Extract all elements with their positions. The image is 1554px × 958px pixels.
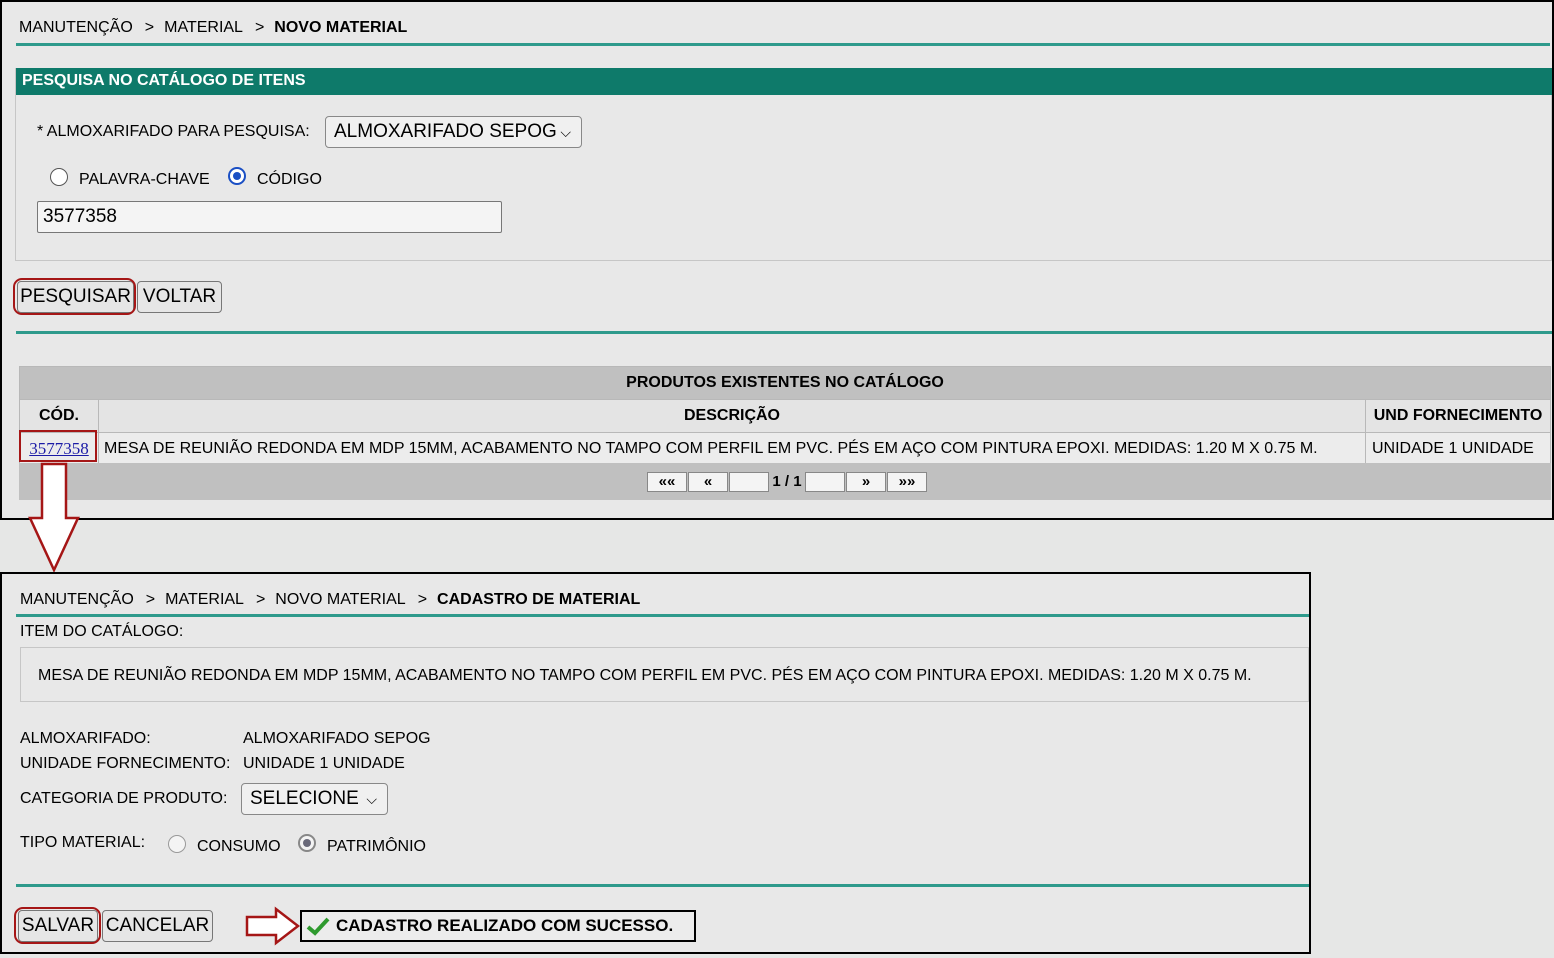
- search-button-highlight: [13, 278, 136, 315]
- page-indicator: 1 / 1: [772, 473, 802, 490]
- breadcrumb-item[interactable]: MATERIAL: [164, 19, 243, 36]
- category-value: SELECIONE: [250, 788, 359, 809]
- table-row: 3577358 MESA DE REUNIÃO REDONDA EM MDP 1…: [19, 432, 1551, 466]
- right-arrow-icon: [245, 906, 301, 946]
- almoxarifado-value: ALMOXARIFADO SEPOG: [334, 121, 557, 142]
- page-input[interactable]: [805, 472, 845, 492]
- radio-keyword[interactable]: [50, 168, 68, 186]
- breadcrumb: MANUTENÇÃO > MATERIAL > NOVO MATERIAL > CADAST…: [20, 591, 641, 608]
- code-highlight: [19, 430, 97, 462]
- search-input[interactable]: 3577358: [37, 201, 502, 233]
- item-description-box: MESA DE REUNIÃO REDONDA EM MDP 15MM, ACA…: [20, 647, 1309, 702]
- radio-patrimonio[interactable]: [298, 834, 316, 852]
- item-unit: UNIDADE 1 UNIDADE: [1365, 432, 1551, 466]
- col-header-description: DESCRIÇÃO: [98, 399, 1366, 433]
- down-arrow-icon: [28, 462, 80, 573]
- success-message: CADASTRO REALIZADO COM SUCESSO.: [300, 910, 696, 942]
- category-label: CATEGORIA DE PRODUTO:: [20, 790, 228, 807]
- breadcrumb-current: NOVO MATERIAL: [274, 19, 408, 36]
- almoxarifado-label: * ALMOXARIFADO PARA PESQUISA:: [37, 123, 310, 140]
- col-header-unit: UND FORNECIMENTO: [1365, 399, 1551, 433]
- save-button-highlight: [14, 907, 101, 944]
- unit-value: UNIDADE 1 UNIDADE: [243, 755, 405, 772]
- unit-label: UNIDADE FORNECIMENTO:: [20, 755, 231, 772]
- item-label: ITEM DO CATÁLOGO:: [20, 623, 184, 640]
- almoxarifado-value: ALMOXARIFADO SEPOG: [243, 730, 431, 747]
- almoxarifado-select[interactable]: ALMOXARIFADO SEPOG ⌵: [325, 116, 582, 148]
- chevron-down-icon: ⌵: [366, 791, 377, 807]
- divider: [16, 884, 1309, 887]
- success-text: CADASTRO REALIZADO COM SUCESSO.: [336, 916, 674, 935]
- back-button[interactable]: VOLTAR: [137, 281, 222, 313]
- divider: [16, 43, 1550, 46]
- radio-keyword-label: PALAVRA-CHAVE: [79, 171, 210, 188]
- divider: [16, 331, 1552, 334]
- table-title: PRODUTOS EXISTENTES NO CATÁLOGO: [19, 366, 1551, 400]
- section-title: PESQUISA NO CATÁLOGO DE ITENS: [16, 68, 1552, 95]
- breadcrumb-item[interactable]: NOVO MATERIAL: [275, 591, 405, 608]
- radio-code-label: CÓDIGO: [257, 171, 322, 188]
- radio-consumo[interactable]: [168, 835, 186, 853]
- radio-patrimonio-label: PATRIMÔNIO: [327, 838, 426, 855]
- breadcrumb-item[interactable]: MANUTENÇÃO: [20, 591, 134, 608]
- first-page-button[interactable]: ««: [647, 472, 687, 492]
- divider: [16, 614, 1309, 617]
- radio-consumo-label: CONSUMO: [197, 838, 281, 855]
- breadcrumb-current: CADASTRO DE MATERIAL: [437, 591, 641, 608]
- breadcrumb: MANUTENÇÃO > MATERIAL > NOVO MATERIAL: [19, 19, 408, 36]
- results-table: PRODUTOS EXISTENTES NO CATÁLOGO CÓD. DES…: [19, 366, 1551, 466]
- last-page-button[interactable]: »»: [887, 472, 927, 492]
- prev-page-button[interactable]: «: [688, 472, 728, 492]
- radio-code[interactable]: [228, 167, 246, 185]
- page-input[interactable]: [729, 472, 769, 492]
- check-icon: [306, 917, 330, 936]
- chevron-down-icon: ⌵: [560, 124, 571, 140]
- breadcrumb-item[interactable]: MATERIAL: [165, 591, 244, 608]
- material-type-label: TIPO MATERIAL:: [20, 834, 146, 851]
- col-header-code: CÓD.: [19, 399, 99, 433]
- almoxarifado-label: ALMOXARIFADO:: [20, 730, 151, 747]
- item-description: MESA DE REUNIÃO REDONDA EM MDP 15MM, ACA…: [98, 432, 1366, 466]
- category-select[interactable]: SELECIONE ⌵: [241, 783, 388, 815]
- cancel-button[interactable]: CANCELAR: [102, 910, 213, 942]
- breadcrumb-item[interactable]: MANUTENÇÃO: [19, 19, 133, 36]
- next-page-button[interactable]: »: [846, 472, 886, 492]
